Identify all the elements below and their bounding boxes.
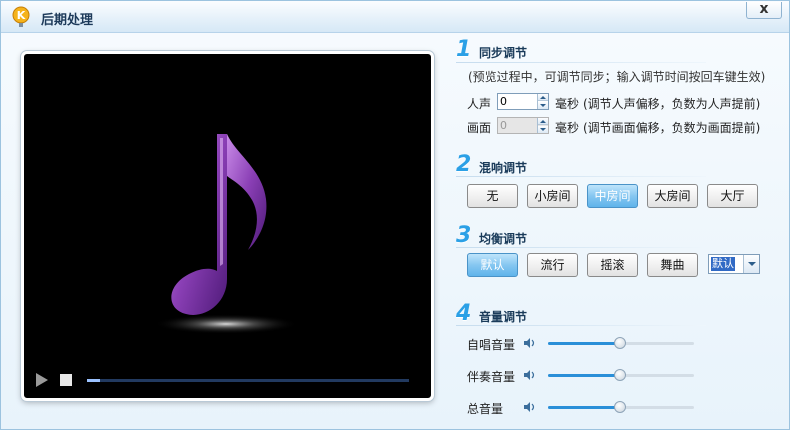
section-title-eq: 均衡调节 [479, 232, 528, 246]
section-number-eq: 3 [456, 223, 472, 248]
reverb-medium-room-button[interactable]: 中房间 [587, 184, 638, 208]
picture-offset-input[interactable] [499, 119, 537, 132]
arrow-down-icon [540, 128, 546, 131]
app-logo-icon: K [12, 6, 30, 27]
music-note-icon [154, 134, 298, 334]
chevron-down-icon [748, 262, 756, 266]
speaker-icon[interactable] [522, 368, 536, 382]
reverb-large-room-button[interactable]: 大房间 [647, 184, 698, 208]
eq-rock-button[interactable]: 摇滚 [587, 253, 638, 277]
voice-offset-up-button[interactable] [538, 94, 548, 101]
eq-dance-button[interactable]: 舞曲 [647, 253, 698, 277]
eq-preset-select[interactable]: 默认 [708, 254, 760, 274]
accompaniment-volume-label: 伴奏音量 [467, 370, 516, 384]
section-number-sync: 1 [456, 37, 472, 62]
master-volume-slider[interactable] [548, 401, 694, 413]
picture-offset-unit: 毫秒 [555, 121, 580, 135]
window-title: 后期处理 [41, 13, 94, 28]
picture-offset-up-button[interactable] [538, 118, 548, 125]
playback-controls [24, 364, 431, 398]
sync-hint: (预览过程中，可调节同步；输入调节时间按回车键生效) [468, 70, 766, 84]
eq-default-button[interactable]: 默认 [467, 253, 518, 277]
progress-bar[interactable] [87, 379, 409, 382]
voice-offset-spin-buttons [537, 94, 548, 109]
master-volume-thumb[interactable] [613, 401, 626, 413]
vocal-volume-label: 自唱音量 [467, 338, 516, 352]
post-processing-window: K 后期处理 x 1 同步调节 (预览过程中，可调节同步；输入调节时间按回车键生… [0, 0, 790, 430]
accompaniment-volume-slider[interactable] [548, 369, 694, 381]
reverb-hall-button[interactable]: 大厅 [707, 184, 758, 208]
accompaniment-volume-fill [548, 374, 620, 377]
section-number-reverb: 2 [456, 152, 472, 177]
voice-offset-down-button[interactable] [538, 102, 548, 109]
divider [456, 176, 706, 177]
video-preview[interactable] [21, 51, 434, 401]
voice-offset-desc: (调节人声偏移，负数为人声提前) [583, 97, 761, 111]
divider [456, 62, 706, 63]
section-title-sync: 同步调节 [479, 46, 528, 60]
svg-text:K: K [17, 9, 26, 22]
voice-offset-input[interactable] [499, 95, 537, 108]
title-bar[interactable]: K 后期处理 x [1, 1, 789, 33]
vocal-volume-slider[interactable] [548, 337, 694, 349]
accompaniment-volume-thumb[interactable] [613, 369, 626, 381]
progress-fill [87, 379, 100, 382]
picture-offset-label: 画面 [467, 121, 492, 135]
divider [456, 325, 706, 326]
speaker-icon[interactable] [522, 336, 536, 350]
voice-offset-label: 人声 [467, 97, 492, 111]
section-number-volume: 4 [456, 301, 472, 326]
vocal-volume-fill [548, 342, 620, 345]
eq-preset-dropdown-button[interactable] [743, 255, 759, 273]
section-title-volume: 音量调节 [479, 310, 528, 324]
section-title-reverb: 混响调节 [479, 161, 528, 175]
arrow-down-icon [540, 104, 546, 107]
eq-preset-value: 默认 [711, 257, 735, 271]
divider [456, 247, 706, 248]
voice-offset-unit: 毫秒 [555, 97, 580, 111]
reverb-small-room-button[interactable]: 小房间 [527, 184, 578, 208]
master-volume-label: 总音量 [467, 402, 504, 416]
voice-offset-stepper[interactable] [497, 93, 549, 110]
picture-offset-spin-buttons [537, 118, 548, 133]
speaker-icon[interactable] [522, 400, 536, 414]
close-button[interactable]: x [746, 2, 782, 19]
picture-offset-down-button[interactable] [538, 126, 548, 133]
play-icon[interactable] [36, 373, 48, 387]
master-volume-fill [548, 406, 620, 409]
stop-icon[interactable] [60, 374, 72, 386]
eq-pop-button[interactable]: 流行 [527, 253, 578, 277]
picture-offset-desc: (调节画面偏移，负数为画面提前) [583, 121, 761, 135]
arrow-up-icon [540, 96, 546, 99]
arrow-up-icon [540, 120, 546, 123]
picture-offset-stepper[interactable] [497, 117, 549, 134]
reverb-none-button[interactable]: 无 [467, 184, 518, 208]
vocal-volume-thumb[interactable] [613, 337, 626, 349]
